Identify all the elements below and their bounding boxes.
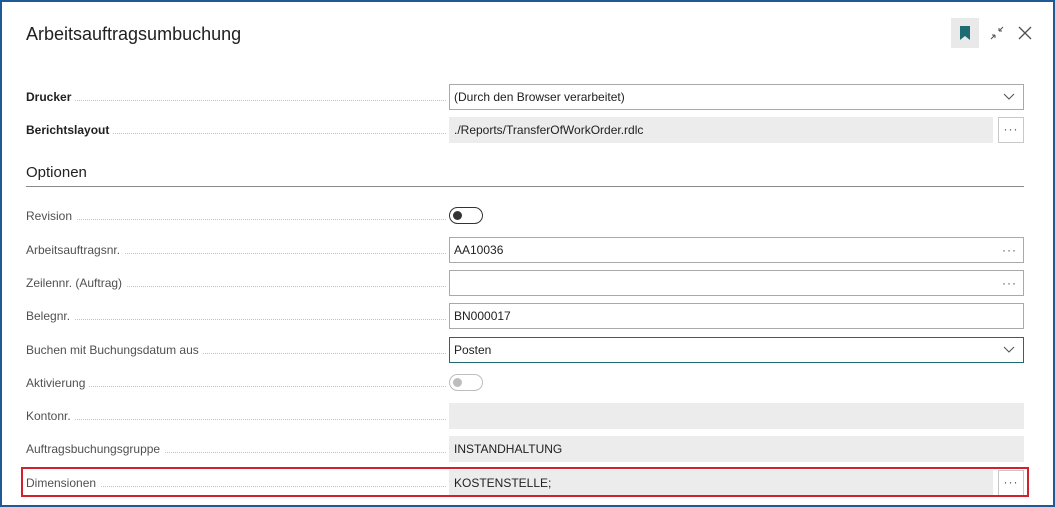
report-layout-label: Berichtslayout [26,117,446,143]
posting-date-value: Posten [454,343,492,357]
activation-row: Aktivierung [26,370,1024,396]
posting-date-select[interactable]: Posten [449,337,1024,363]
posting-date-row: Buchen mit Buchungsdatum aus Posten [26,337,1024,363]
revision-toggle[interactable] [449,207,483,224]
bookmark-icon [960,26,970,40]
posting-group-field: INSTANDHALTUNG [449,436,1024,462]
account-label: Kontonr. [26,403,446,429]
doc-no-input[interactable]: BN000017 [449,303,1024,329]
chevron-down-icon [1003,346,1015,353]
toggle-knob [453,211,462,220]
line-no-lookup-icon[interactable]: ··· [1002,271,1017,295]
activation-label: Aktivierung [26,370,446,396]
dialog-title: Arbeitsauftragsumbuchung [26,24,242,44]
doc-no-value: BN000017 [454,309,511,323]
printer-row: Drucker (Durch den Browser verarbeitet) [26,84,1024,110]
printer-label: Drucker [26,84,446,110]
header-actions [951,18,1035,48]
line-no-label: Zeilennr. (Auftrag) [26,270,446,296]
toggle-knob [453,378,462,387]
line-no-row: Zeilennr. (Auftrag) ··· [26,270,1024,296]
doc-no-label: Belegnr. [26,303,446,329]
printer-select[interactable]: (Durch den Browser verarbeitet) [449,84,1024,110]
account-row: Kontonr. [26,403,1024,429]
report-layout-lookup-button[interactable]: ··· [998,117,1024,143]
work-order-row: Arbeitsauftragsnr. AA10036 ··· [26,237,1024,263]
report-layout-field: ./Reports/TransferOfWorkOrder.rdlc [449,117,993,143]
posting-group-row: Auftragsbuchungsgruppe INSTANDHALTUNG [26,436,1024,462]
line-no-input[interactable]: ··· [449,270,1024,296]
printer-value: (Durch den Browser verarbeitet) [454,90,625,104]
work-order-input[interactable]: AA10036 ··· [449,237,1024,263]
collapse-icon [990,26,1004,40]
close-button[interactable] [1015,18,1035,48]
work-order-label: Arbeitsauftragsnr. [26,237,446,263]
posting-date-label: Buchen mit Buchungsdatum aus [26,337,446,363]
revision-row: Revision [26,203,1024,229]
chevron-down-icon [1003,93,1015,100]
doc-no-row: Belegnr. BN000017 [26,303,1024,329]
report-layout-row: Berichtslayout ./Reports/TransferOfWorkO… [26,117,1024,143]
bookmark-button[interactable] [951,18,979,48]
work-order-lookup-icon[interactable]: ··· [1002,238,1017,262]
work-order-value: AA10036 [454,243,504,257]
options-section-title: Optionen [26,164,1024,187]
close-icon [1018,26,1032,40]
activation-toggle[interactable] [449,374,483,391]
account-field [449,403,1024,429]
revision-label: Revision [26,203,446,229]
posting-group-label: Auftragsbuchungsgruppe [26,436,446,462]
dimensions-highlight-box [21,467,1029,497]
collapse-button[interactable] [987,18,1007,48]
